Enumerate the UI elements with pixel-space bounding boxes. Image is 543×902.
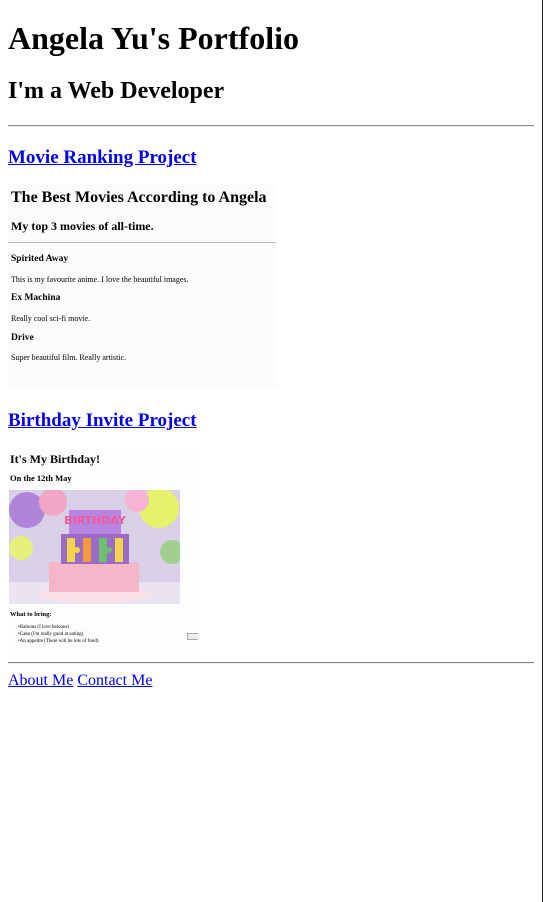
list-item: Cake (I'm really good at eating) — [18, 631, 99, 638]
about-me-link[interactable]: About Me — [8, 672, 73, 689]
page-title: Angela Yu's Portfolio — [8, 20, 299, 56]
page-subtitle: I'm a Web Developer — [8, 78, 225, 104]
movie-desc: Really cool sci-fi movie. — [11, 314, 91, 323]
divider-top — [8, 125, 534, 127]
mini-button — [187, 633, 198, 640]
bring-list: Baloons (I love baloons) Cake (I'm reall… — [18, 624, 99, 645]
birthday-invite-project-link[interactable]: Birthday Invite Project — [8, 410, 197, 432]
movie-name: Spirited Away — [11, 254, 69, 264]
preview-subtitle: My top 3 movies of all-time. — [11, 219, 154, 233]
list-item: Baloons (I love baloons) — [18, 624, 99, 631]
movie-name: Drive — [11, 333, 34, 343]
movie-desc: This is my favourite anime. I love the b… — [11, 275, 189, 284]
footer-nav: About Me Contact Me — [8, 672, 152, 690]
preview-divider — [8, 242, 276, 243]
birthday-cake-image: BIRTHDAY — [9, 490, 180, 604]
contact-me-link[interactable]: Contact Me — [77, 672, 152, 689]
preview-title: It's My Birthday! — [10, 452, 100, 466]
movie-ranking-preview-image: The Best Movies According to Angela My t… — [8, 184, 278, 387]
preview-date: On the 12th May — [10, 473, 72, 483]
movie-name: Ex Machina — [11, 293, 61, 303]
divider-bottom — [8, 662, 534, 664]
movie-ranking-project-link[interactable]: Movie Ranking Project — [8, 147, 197, 169]
list-item: An appetite (There will be lots of food) — [18, 638, 99, 645]
bring-heading: What to bring: — [10, 611, 52, 618]
preview-title: The Best Movies According to Angela — [11, 189, 267, 206]
cake-text: BIRTHDAY — [64, 514, 127, 527]
birthday-invite-preview-image: It's My Birthday! On the 12th May BIRTHD… — [8, 450, 198, 650]
movie-desc: Super beautiful film. Really artistic. — [11, 353, 127, 362]
